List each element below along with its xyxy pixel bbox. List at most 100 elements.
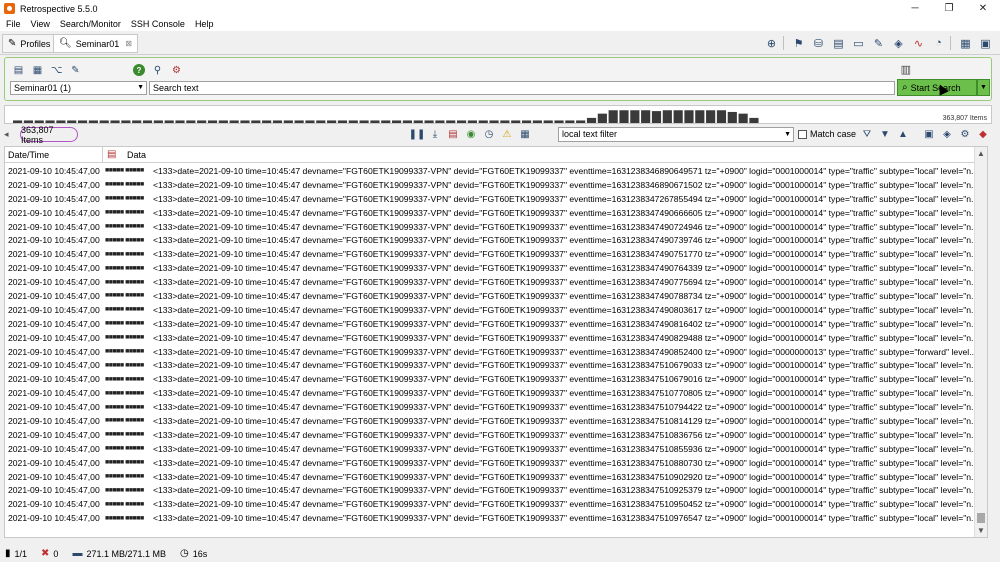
- collapse-icon[interactable]: ◂: [4, 129, 9, 140]
- next-icon[interactable]: ▼: [878, 127, 892, 141]
- layout-icon[interactable]: ▦: [957, 35, 974, 51]
- histogram-bar: [207, 120, 218, 123]
- start-search-dropdown[interactable]: ▼: [977, 79, 990, 96]
- table-row[interactable]: 2021-09-10 10:45:47,00 ■■■■■ ■■■■■ <133>da…: [5, 261, 975, 275]
- maximize-button[interactable]: ❐: [932, 0, 966, 17]
- table-row[interactable]: 2021-09-10 10:45:47,00 ■■■■■ ■■■■■ <133>da…: [5, 372, 975, 386]
- table-row[interactable]: 2021-09-10 10:45:47,00 ■■■■■ ■■■■■ <133>da…: [5, 331, 975, 345]
- table-row[interactable]: 2021-09-10 10:45:47,00 ■■■■■ ■■■■■ <133>da…: [5, 233, 975, 247]
- table-row[interactable]: 2021-09-10 10:45:47,00 ■■■■■ ■■■■■ <133>da…: [5, 206, 975, 220]
- help-icon[interactable]: ?: [133, 64, 145, 76]
- scroll-up-icon[interactable]: ▲: [977, 149, 985, 158]
- menu-search-monitor[interactable]: Search/Monitor: [60, 19, 121, 29]
- scroll-thumb[interactable]: [977, 513, 985, 523]
- tab-seminar01[interactable]: 🔍︎ Seminar01 ⊠: [53, 34, 138, 53]
- monitor-icon[interactable]: ▭: [850, 35, 867, 51]
- grid-header: Date/Time ▤ Data: [5, 147, 975, 163]
- table-row[interactable]: 2021-09-10 10:45:47,00 ■■■■■ ■■■■■ <133>da…: [5, 178, 975, 192]
- menu-help[interactable]: Help: [195, 19, 214, 29]
- local-text-filter-input[interactable]: local text filter ▼: [558, 127, 794, 142]
- window-icon[interactable]: ▣: [977, 35, 994, 51]
- close-button[interactable]: ✕: [966, 0, 1000, 17]
- table-row[interactable]: 2021-09-10 10:45:47,00 ■■■■■ ■■■■■ <133>da…: [5, 275, 975, 289]
- vertical-scrollbar[interactable]: ▲ ▼: [974, 147, 987, 537]
- menu-ssh-console[interactable]: SSH Console: [131, 19, 185, 29]
- report-icon[interactable]: ▥: [901, 63, 911, 76]
- open-icon[interactable]: ▤: [11, 64, 26, 77]
- previous-icon[interactable]: ▲: [896, 127, 910, 141]
- histogram-bar: [597, 113, 607, 123]
- table-row[interactable]: 2021-09-10 10:45:47,00 ■■■■■ ■■■■■ <133>da…: [5, 358, 975, 372]
- network-icon[interactable]: ◈: [940, 127, 954, 141]
- server-icon[interactable]: ▤: [830, 35, 847, 51]
- autoscroll-icon[interactable]: ⤓: [428, 127, 442, 141]
- cell-data: <133>date=2021-09-10 time=10:45:47 devna…: [153, 346, 975, 357]
- menu-view[interactable]: View: [31, 19, 50, 29]
- table-row[interactable]: 2021-09-10 10:45:47,00 ■■■■■ ■■■■■ <133>da…: [5, 164, 975, 178]
- results-tools-right: ⛛ ▼ ▲ ▣ ◈ ⚙ ◆: [860, 127, 994, 141]
- table-row[interactable]: 2021-09-10 10:45:47,00 ■■■■■ ■■■■■ <133>da…: [5, 317, 975, 331]
- search-input[interactable]: Search text: [149, 81, 895, 95]
- histogram-bar: [218, 120, 228, 123]
- timeline-histogram[interactable]: 363,807 Items: [4, 105, 992, 124]
- table-row[interactable]: 2021-09-10 10:45:47,00 ■■■■■ ■■■■■ <133>da…: [5, 442, 975, 456]
- gauge-icon[interactable]: ◔: [930, 35, 947, 51]
- warning-icon[interactable]: ⚠: [500, 127, 514, 141]
- highlight-icon[interactable]: ◉: [464, 127, 478, 141]
- pause-icon[interactable]: ❚❚: [409, 127, 426, 141]
- table-row[interactable]: 2021-09-10 10:45:47,00 ■■■■■ ■■■■■ <133>da…: [5, 414, 975, 428]
- column-separator[interactable]: [102, 147, 103, 163]
- clock-icon[interactable]: ◷: [482, 127, 496, 141]
- table-row[interactable]: 2021-09-10 10:45:47,00 ■■■■■ ■■■■■ <133>da…: [5, 470, 975, 484]
- table-row[interactable]: 2021-09-10 10:45:47,00 ■■■■■ ■■■■■ <133>da…: [5, 483, 975, 497]
- save-icon[interactable]: ▦: [30, 64, 45, 77]
- export-icon[interactable]: ▤: [446, 127, 460, 141]
- table-row[interactable]: 2021-09-10 10:45:47,00 ■■■■■ ■■■■■ <133>da…: [5, 497, 975, 511]
- histogram-bar: [684, 110, 694, 123]
- table-row[interactable]: 2021-09-10 10:45:47,00 ■■■■■ ■■■■■ <133>da…: [5, 456, 975, 470]
- table-row[interactable]: 2021-09-10 10:45:47,00 ■■■■■ ■■■■■ <133>da…: [5, 345, 975, 359]
- match-case-checkbox[interactable]: Match case: [798, 129, 856, 139]
- alert-icon[interactable]: ◆: [976, 127, 990, 141]
- database-icon[interactable]: ⛁: [810, 35, 827, 51]
- cell-data: <133>date=2021-09-10 time=10:45:47 devna…: [153, 429, 975, 440]
- edit-icon[interactable]: ✎: [870, 35, 887, 51]
- table-row[interactable]: 2021-09-10 10:45:47,00 ■■■■■ ■■■■■ <133>da…: [5, 192, 975, 206]
- new-search-icon[interactable]: ⊕: [763, 35, 780, 51]
- table-row[interactable]: 2021-09-10 10:45:47,00 ■■■■■ ■■■■■ <133>da…: [5, 386, 975, 400]
- network-icon[interactable]: ◈: [890, 35, 907, 51]
- cell-datetime: 2021-09-10 10:45:47,00: [8, 193, 100, 204]
- pulse-icon[interactable]: ∿: [910, 35, 927, 51]
- histogram-bar: [662, 110, 672, 123]
- column-header-data[interactable]: Data: [127, 150, 146, 160]
- close-tab-icon[interactable]: ⊠: [125, 39, 132, 48]
- table-row[interactable]: 2021-09-10 10:45:47,00 ■■■■■ ■■■■■ <133>da…: [5, 289, 975, 303]
- table-row[interactable]: 2021-09-10 10:45:47,00 ■■■■■ ■■■■■ <133>da…: [5, 220, 975, 234]
- grid-rows: 2021-09-10 10:45:47,00 ■■■■■ ■■■■■ <133>da…: [5, 164, 975, 525]
- column-header-datetime[interactable]: Date/Time: [8, 150, 49, 160]
- tab-profiles[interactable]: ✎ Profiles: [2, 34, 57, 53]
- minimize-button[interactable]: ─: [898, 0, 932, 17]
- table-row[interactable]: 2021-09-10 10:45:47,00 ■■■■■ ■■■■■ <133>da…: [5, 511, 975, 525]
- pen-icon[interactable]: ✎: [68, 64, 83, 77]
- table-row[interactable]: 2021-09-10 10:45:47,00 ■■■■■ ■■■■■ <133>da…: [5, 428, 975, 442]
- checkbox-box[interactable]: [798, 129, 807, 139]
- filter-icon[interactable]: ⚲: [150, 64, 165, 77]
- table-row[interactable]: 2021-09-10 10:45:47,00 ■■■■■ ■■■■■ <133>da…: [5, 400, 975, 414]
- cell-marker: ■■■■■ ■■■■■: [105, 320, 144, 328]
- tab-seminar01-label: Seminar01: [75, 38, 120, 49]
- grid-icon[interactable]: ▦: [518, 127, 532, 141]
- bookmark-icon[interactable]: ⚑: [790, 35, 807, 51]
- table-row[interactable]: 2021-09-10 10:45:47,00 ■■■■■ ■■■■■ <133>da…: [5, 303, 975, 317]
- settings-icon[interactable]: ⚙: [958, 127, 972, 141]
- save-results-icon[interactable]: ▣: [922, 127, 936, 141]
- profile-select[interactable]: Seminar01 (1) ▼: [10, 81, 147, 95]
- histogram-bar: [500, 120, 510, 123]
- tree-icon[interactable]: ⌥: [49, 64, 64, 77]
- menu-file[interactable]: File: [6, 19, 21, 29]
- histogram-bar: [316, 120, 326, 123]
- scroll-down-icon[interactable]: ▼: [977, 526, 985, 535]
- filter-settings-icon[interactable]: ⚙: [169, 64, 184, 77]
- table-row[interactable]: 2021-09-10 10:45:47,00 ■■■■■ ■■■■■ <133>da…: [5, 247, 975, 261]
- filter-funnel-icon[interactable]: ⛛: [860, 127, 874, 141]
